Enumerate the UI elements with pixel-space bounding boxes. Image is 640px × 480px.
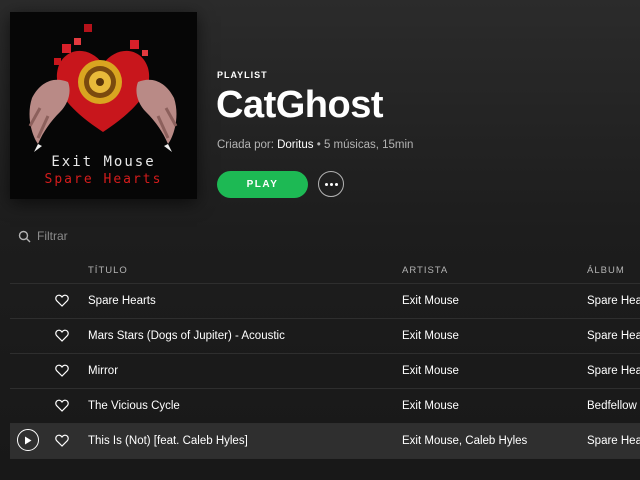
track-artist[interactable]: Exit Mouse xyxy=(402,295,459,307)
more-dot xyxy=(329,182,333,186)
track-artist[interactable]: Exit Mouse, Caleb Hyles xyxy=(402,435,527,447)
track-artist[interactable]: Exit Mouse xyxy=(402,330,459,342)
heart-icon[interactable] xyxy=(55,434,69,447)
play-track-button[interactable] xyxy=(17,429,39,451)
created-by-label: Criada por: xyxy=(217,139,274,151)
playlist-stats: • 5 músicas, 15min xyxy=(316,139,414,151)
filter-input[interactable] xyxy=(37,229,157,243)
column-header-album[interactable]: ÁLBUM xyxy=(587,265,625,276)
track-album[interactable]: Bedfellow xyxy=(587,400,637,412)
track-row[interactable]: Spare Hearts Exit Mouse Spare Hea xyxy=(10,284,640,319)
track-album[interactable]: Spare Hea xyxy=(587,295,640,307)
column-header-artist[interactable]: ARTISTA xyxy=(402,265,448,276)
track-artist[interactable]: Exit Mouse xyxy=(402,400,459,412)
cover-album-text: Spare Hearts xyxy=(44,172,163,187)
play-button[interactable]: PLAY xyxy=(217,171,308,198)
track-row[interactable]: Mars Stars (Dogs of Jupiter) - Acoustic … xyxy=(10,319,640,354)
column-header-title[interactable]: TÍTULO xyxy=(88,265,128,276)
track-row[interactable]: Mirror Exit Mouse Spare Hea xyxy=(10,354,640,389)
track-title: Mars Stars (Dogs of Jupiter) - Acoustic xyxy=(88,330,285,342)
more-dot xyxy=(334,182,338,186)
track-title: Mirror xyxy=(88,365,119,377)
track-row-selected[interactable]: This Is (Not) [feat. Caleb Hyles] Exit M… xyxy=(10,424,640,459)
playlist-cover: Exit Mouse Spare Hearts xyxy=(10,12,197,199)
track-album[interactable]: Spare Hea xyxy=(587,435,640,447)
heart-icon[interactable] xyxy=(55,294,69,307)
track-artist[interactable]: Exit Mouse xyxy=(402,365,459,377)
cover-artist-text: Exit Mouse xyxy=(51,154,156,170)
search-icon xyxy=(18,230,31,242)
playlist-title: CatGhost xyxy=(216,84,384,126)
playlist-meta: Criada por: Doritus • 5 músicas, 15min xyxy=(217,139,413,151)
heart-icon[interactable] xyxy=(55,399,69,412)
more-dot xyxy=(324,182,328,186)
filter-bar xyxy=(18,229,157,243)
owner-link[interactable]: Doritus xyxy=(277,139,313,151)
cover-artwork xyxy=(28,24,178,152)
track-album[interactable]: Spare Hea xyxy=(587,365,640,377)
track-title: This Is (Not) [feat. Caleb Hyles] xyxy=(88,435,248,447)
more-options-button[interactable] xyxy=(318,171,344,197)
track-list: Spare Hearts Exit Mouse Spare Hea Mars S… xyxy=(10,284,640,459)
track-row[interactable]: The Vicious Cycle Exit Mouse Bedfellow xyxy=(10,389,640,424)
heart-icon[interactable] xyxy=(55,364,69,377)
track-album[interactable]: Spare Hea xyxy=(587,330,640,342)
track-title: Spare Hearts xyxy=(88,295,156,307)
heart-icon[interactable] xyxy=(55,329,69,342)
track-title: The Vicious Cycle xyxy=(88,400,180,412)
play-icon xyxy=(25,436,32,444)
playlist-type-label: PLAYLIST xyxy=(217,70,268,80)
